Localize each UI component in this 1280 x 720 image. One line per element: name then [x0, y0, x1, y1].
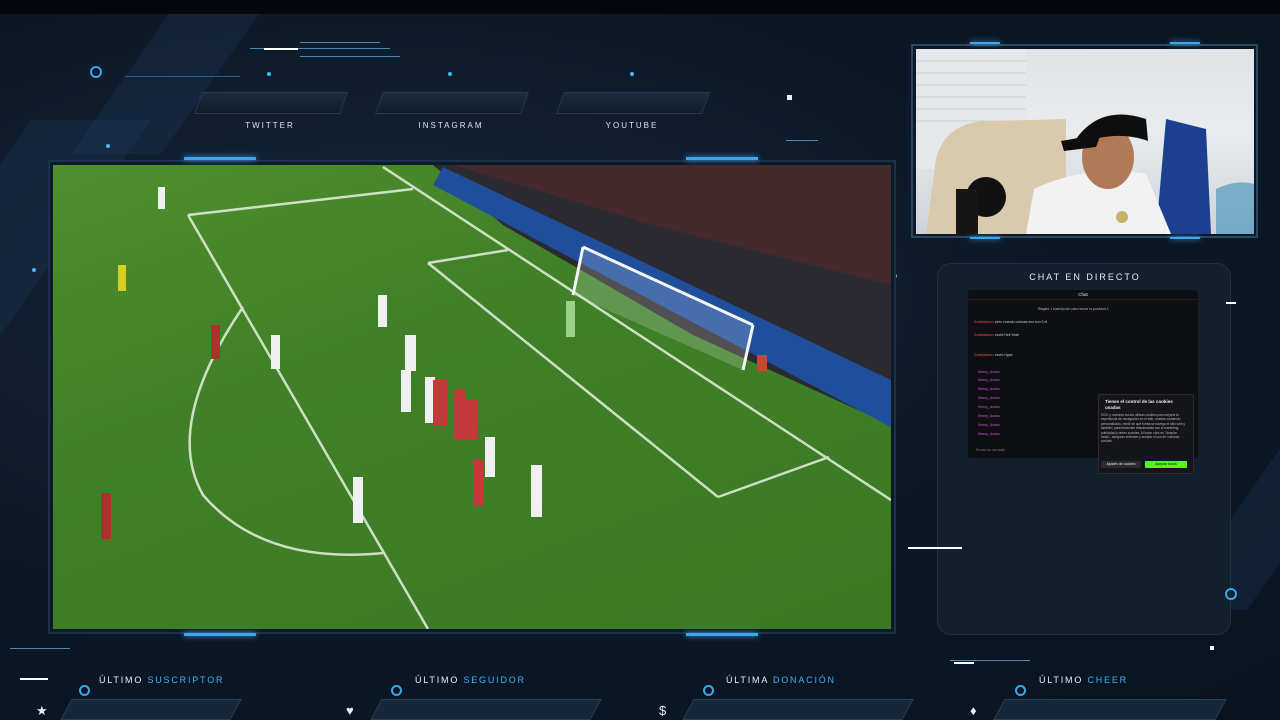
circuit-line — [300, 56, 400, 57]
star-icon: ★ — [36, 703, 48, 718]
chat-message: Gnahladamo envió Hype — [974, 353, 1013, 357]
chat-user-entry[interactable]: Kenny_Acosa — [978, 387, 1000, 391]
instagram-label: INSTAGRAM — [418, 121, 484, 130]
chat-input[interactable]: Enviar un mensaje — [976, 448, 1005, 452]
pitch-scene — [101, 165, 891, 629]
last-donation-bar — [682, 699, 914, 720]
circuit-line — [10, 648, 70, 649]
twitter-label: TWITTER — [245, 121, 295, 130]
chat-username[interactable]: Gnahladamo — [974, 320, 994, 324]
label-prefix: ÚLTIMA — [726, 675, 769, 685]
circuit-line — [300, 42, 380, 43]
cookie-accept-button[interactable]: Aceptar todas — [1145, 461, 1187, 468]
cam-glow — [1170, 42, 1200, 44]
cam-glow — [970, 237, 1000, 239]
label-accent: DONACIÓN — [772, 675, 836, 685]
circuit-line — [950, 660, 1030, 661]
decor-dot — [106, 144, 110, 148]
chat-user-entry[interactable]: Kenny_Acosa — [978, 396, 1000, 400]
top-black-bar — [0, 0, 1280, 14]
chat-user-entry[interactable]: Kenny_Acosa — [978, 432, 1000, 436]
last-donation-label: ÚLTIMA DONACIÓN — [726, 675, 836, 685]
decor-ring — [391, 685, 402, 696]
chat-panel: CHAT EN DIRECTO Chat Regala 1 suscripció… — [937, 263, 1231, 635]
heart-icon: ♥ — [346, 703, 354, 718]
pinned-text: Regala 1 suscripción para tomar la posic… — [1038, 307, 1109, 311]
frame-glow — [184, 633, 256, 636]
chat-intro-line: Gnahladamo pero cuando colocas eso son 3… — [974, 320, 1047, 324]
chat-username[interactable]: Gnahladamo — [974, 353, 994, 357]
last-subscriber-label: ÚLTIMO SUSCRIPTOR — [99, 675, 224, 685]
youtube-tab[interactable] — [555, 92, 711, 114]
chat-message-text: envió Hell Yeah — [995, 333, 1020, 337]
chat-user-entry[interactable]: Kenny_Acosa — [978, 414, 1000, 418]
chat-user-entry[interactable]: Kenny_Acosa — [978, 370, 1000, 374]
circuit-line — [786, 140, 818, 141]
last-follower-label: ÚLTIMO SEGUIDOR — [415, 675, 526, 685]
chat-user-entry[interactable]: Kenny_Acosa — [978, 405, 1000, 409]
cam-glow — [970, 42, 1000, 44]
label-prefix: ÚLTIMO — [415, 675, 460, 685]
cam-glow — [1170, 237, 1200, 239]
decor-ring — [1225, 588, 1237, 600]
decor-ring — [703, 685, 714, 696]
frame-glow — [686, 633, 758, 636]
decor-dot — [448, 72, 452, 76]
cookie-dialog: Tienes el control de las cookies usadas … — [1098, 394, 1194, 474]
decor-ring — [79, 685, 90, 696]
label-prefix: ÚLTIMO — [99, 675, 144, 685]
label-accent: CHEER — [1087, 675, 1128, 685]
gaming-chair — [1156, 119, 1211, 234]
last-follower-bar — [370, 699, 602, 720]
accent-dash — [20, 678, 48, 680]
chat-user-entry[interactable]: Kenny_Acosa — [978, 423, 1000, 427]
decor-dot — [267, 72, 271, 76]
cookie-title: Tienes el control de las cookies usadas — [1105, 399, 1173, 410]
chat-user-entry[interactable]: Kenny_Acosa — [978, 378, 1000, 382]
decor-square — [787, 95, 792, 100]
chat-tab[interactable]: Chat — [968, 290, 1198, 300]
frame-glow — [184, 157, 256, 160]
chat-side-tick — [1226, 302, 1236, 304]
youtube-label: YOUTUBE — [605, 121, 659, 130]
chat-message: Gnahladamo envió Hell Yeah — [974, 333, 1019, 337]
circuit-line — [125, 76, 240, 77]
cookie-settings-button[interactable]: Ajustes de cookies — [1101, 461, 1141, 468]
decor-ring — [90, 66, 102, 78]
chat-title: CHAT EN DIRECTO — [1029, 272, 1141, 282]
decor-ring — [1015, 685, 1026, 696]
decor-dot — [32, 268, 36, 272]
webcam-view — [916, 49, 1254, 234]
chat-embed: Chat Regala 1 suscripción para tomar la … — [968, 290, 1198, 474]
frame-glow — [686, 157, 758, 160]
accent-dash — [908, 547, 962, 549]
accent-dash — [954, 662, 974, 664]
last-cheer-label: ÚLTIMO CHEER — [1039, 675, 1128, 685]
chat-message-text: envió Hype — [995, 353, 1013, 357]
last-cheer-bar — [993, 699, 1227, 720]
instagram-tab[interactable] — [374, 92, 530, 114]
dollar-icon: $ — [659, 703, 667, 718]
chat-message-text: pero cuando colocas eso son 3 el — [995, 320, 1048, 324]
decor-dot — [630, 72, 634, 76]
label-accent: SEGUIDOR — [463, 675, 526, 685]
circuit-line — [264, 48, 298, 50]
cookie-body: KICK y nuestros socios utilizan cookies … — [1101, 413, 1185, 444]
pinned-message: Regala 1 suscripción para tomar la posic… — [1038, 307, 1109, 311]
chat-username[interactable]: Gnahladamo — [974, 333, 994, 337]
webcam-scene — [916, 49, 1254, 234]
diamond-icon: ♦ — [970, 703, 977, 718]
decor-square — [1210, 646, 1214, 650]
football-broadcast — [53, 165, 891, 629]
label-prefix: ÚLTIMO — [1039, 675, 1084, 685]
label-accent: SUSCRIPTOR — [147, 675, 225, 685]
last-subscriber-bar — [60, 699, 242, 720]
twitter-tab[interactable] — [193, 92, 349, 114]
